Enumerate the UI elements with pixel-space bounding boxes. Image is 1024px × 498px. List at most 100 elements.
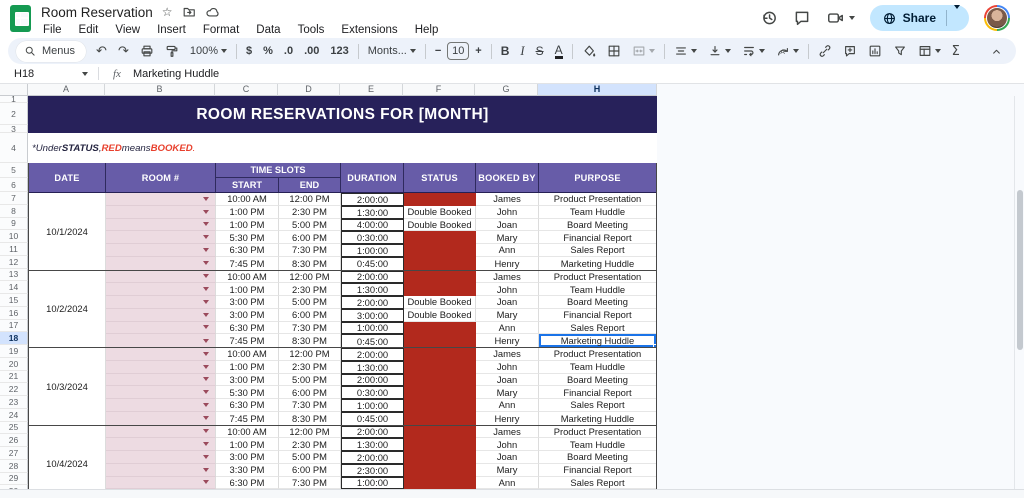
text-color-button[interactable]: A xyxy=(554,44,563,59)
print-button[interactable] xyxy=(135,42,159,60)
cell-end[interactable]: 12:00 PM xyxy=(279,425,341,439)
cell-booked-by[interactable]: Mary xyxy=(476,231,539,244)
cell-purpose[interactable]: Sales Report xyxy=(539,399,656,412)
cell-start[interactable]: 7:45 PM xyxy=(216,256,279,270)
version-history-icon[interactable] xyxy=(760,9,778,27)
room-dropdown-icon[interactable] xyxy=(203,247,209,252)
cell-status[interactable] xyxy=(404,399,476,412)
cell-start[interactable]: 10:00 AM xyxy=(216,348,279,361)
cell-status[interactable] xyxy=(404,438,476,451)
undo-button[interactable]: ↶ xyxy=(91,43,112,60)
cell-booked-by[interactable]: John xyxy=(476,360,539,374)
cell-purpose[interactable]: Board Meeting xyxy=(539,218,656,232)
cell-duration[interactable]: 2:00:00 xyxy=(341,270,404,284)
header-end[interactable]: END xyxy=(279,178,340,192)
row-header-7[interactable]: 7 xyxy=(0,192,28,205)
row-header-2[interactable]: 2 xyxy=(0,103,28,125)
header-booked-by[interactable]: BOOKED BY xyxy=(476,163,539,192)
cell-duration[interactable]: 1:00:00 xyxy=(341,399,404,412)
cell-booked-by[interactable]: Joan xyxy=(476,373,539,387)
row-header-27[interactable]: 27 xyxy=(0,447,28,460)
cell-date[interactable]: 10/3/2024 xyxy=(29,348,106,425)
cell-status[interactable] xyxy=(404,283,476,296)
room-dropdown-icon[interactable] xyxy=(203,377,209,382)
row-header-3[interactable]: 3 xyxy=(0,125,28,133)
cell-room[interactable] xyxy=(106,308,216,322)
cell-booked-by[interactable]: Henry xyxy=(476,411,539,425)
cell-room[interactable] xyxy=(106,296,216,309)
cell-end[interactable]: 12:00 PM xyxy=(279,193,341,206)
header-duration[interactable]: DURATION xyxy=(341,163,404,192)
row-header-1[interactable]: 1 xyxy=(0,96,28,103)
cell-room[interactable] xyxy=(106,218,216,232)
cell-end[interactable]: 5:00 PM xyxy=(279,218,341,232)
vertical-align-button[interactable] xyxy=(703,42,736,60)
room-dropdown-icon[interactable] xyxy=(203,196,209,201)
name-box-dropdown-icon[interactable] xyxy=(82,71,88,76)
cell-booked-by[interactable]: John xyxy=(476,283,539,296)
menu-extensions[interactable]: Extensions xyxy=(339,23,399,37)
cell-booked-by[interactable]: James xyxy=(476,193,539,206)
row-header-15[interactable]: 15 xyxy=(0,294,28,307)
cell-duration[interactable]: 2:00:00 xyxy=(341,451,404,464)
menus-search-button[interactable]: Menus xyxy=(16,40,87,62)
cell-purpose[interactable]: Product Presentation xyxy=(539,193,656,206)
cell-start[interactable]: 6:30 PM xyxy=(216,399,279,412)
row-header-22[interactable]: 22 xyxy=(0,383,28,396)
increase-font-size-button[interactable]: + xyxy=(470,43,486,59)
cell-start[interactable]: 6:30 PM xyxy=(216,321,279,335)
room-dropdown-icon[interactable] xyxy=(203,222,209,227)
cell-start[interactable]: 3:00 PM xyxy=(216,373,279,387)
cell-purpose[interactable]: Team Huddle xyxy=(539,438,656,451)
more-formats-button[interactable]: 123 xyxy=(325,43,353,59)
cell-purpose[interactable]: Product Presentation xyxy=(539,270,656,284)
cell-duration[interactable]: 3:00:00 xyxy=(341,308,404,322)
cell-purpose[interactable]: Team Huddle xyxy=(539,283,656,296)
menu-file[interactable]: File xyxy=(41,23,64,37)
cell-duration[interactable]: 2:00:00 xyxy=(341,373,404,387)
cell-end[interactable]: 8:30 PM xyxy=(279,334,341,347)
legend-note-cell[interactable]: *Under STATUS, RED means BOOKED. xyxy=(28,133,657,163)
row-header-9[interactable]: 9 xyxy=(0,217,28,231)
row-header-4[interactable]: 4 xyxy=(0,133,28,163)
cell-start[interactable]: 10:00 AM xyxy=(216,425,279,439)
cell-duration[interactable]: 4:00:00 xyxy=(341,218,404,232)
cell-booked-by[interactable]: Ann xyxy=(476,399,539,412)
cell-end[interactable]: 2:30 PM xyxy=(279,438,341,451)
cell-duration[interactable]: 2:30:00 xyxy=(341,463,404,477)
cell-purpose[interactable]: Sales Report xyxy=(539,476,656,490)
cell-room[interactable] xyxy=(106,373,216,387)
cell-booked-by[interactable]: Ann xyxy=(476,244,539,257)
cell-room[interactable] xyxy=(106,334,216,347)
row-header-5[interactable]: 5 xyxy=(0,163,28,178)
cell-booked-by[interactable]: Mary xyxy=(476,308,539,322)
insert-chart-button[interactable] xyxy=(863,42,887,60)
cell-duration[interactable]: 1:00:00 xyxy=(341,244,404,257)
cell-room[interactable] xyxy=(106,321,216,335)
cell-duration[interactable]: 2:00:00 xyxy=(341,296,404,309)
cell-end[interactable]: 12:00 PM xyxy=(279,348,341,361)
cell-room[interactable] xyxy=(106,386,216,399)
call-dropdown-icon[interactable] xyxy=(848,16,855,20)
room-dropdown-icon[interactable] xyxy=(203,364,209,369)
cell-duration[interactable]: 2:00:00 xyxy=(341,193,404,206)
cell-purpose[interactable]: Financial Report xyxy=(539,463,656,477)
cell-status[interactable] xyxy=(404,411,476,425)
join-call-button[interactable] xyxy=(826,9,855,27)
room-dropdown-icon[interactable] xyxy=(203,299,209,304)
cell-start[interactable]: 5:30 PM xyxy=(216,231,279,244)
cell-duration[interactable]: 0:45:00 xyxy=(341,256,404,270)
room-dropdown-icon[interactable] xyxy=(203,416,209,421)
title-banner-cell[interactable]: ROOM RESERVATIONS FOR [MONTH] xyxy=(28,96,657,133)
room-dropdown-icon[interactable] xyxy=(203,480,209,485)
strikethrough-button[interactable]: S xyxy=(531,42,549,60)
cell-booked-by[interactable]: Henry xyxy=(476,334,539,347)
row-header-29[interactable]: 29 xyxy=(0,472,28,486)
star-icon[interactable]: ☆ xyxy=(162,6,173,18)
room-dropdown-icon[interactable] xyxy=(203,261,209,266)
cell-duration[interactable]: 1:00:00 xyxy=(341,476,404,490)
row-header-18[interactable]: 18 xyxy=(0,332,28,345)
cell-end[interactable]: 7:30 PM xyxy=(279,399,341,412)
cell-purpose[interactable]: Team Huddle xyxy=(539,205,656,219)
cell-booked-by[interactable]: Mary xyxy=(476,463,539,477)
